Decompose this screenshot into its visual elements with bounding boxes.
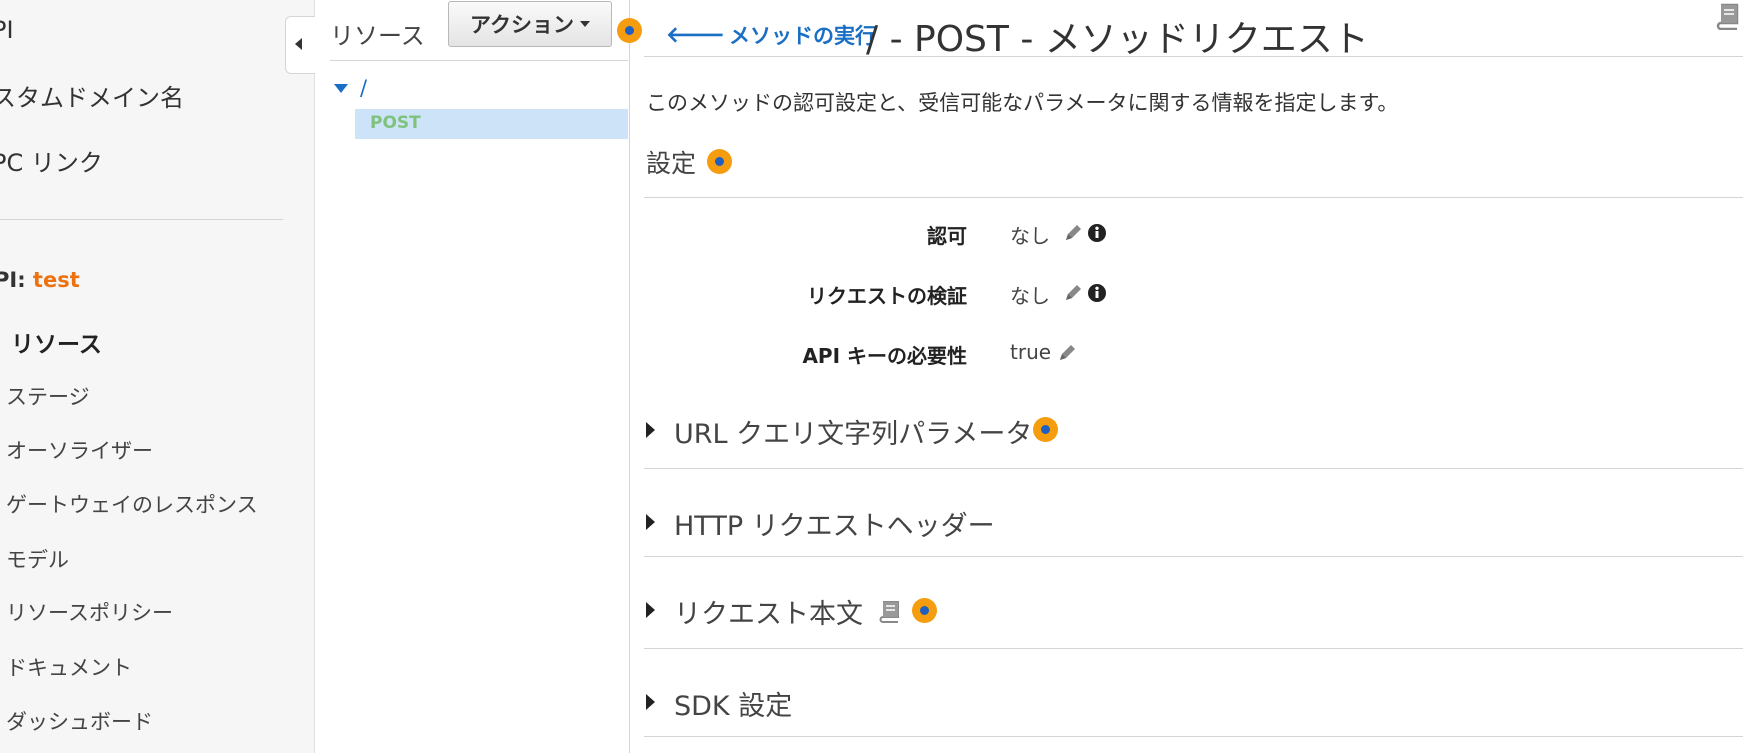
- setting-label: リクエストの検証: [807, 284, 967, 308]
- api-title: PI: test: [0, 268, 80, 292]
- section-divider: [644, 736, 1743, 737]
- book-icon[interactable]: [1715, 2, 1741, 30]
- tree-root-resource[interactable]: /: [360, 76, 367, 100]
- setting-row-authorization: 認可 なし: [630, 220, 1743, 250]
- nav-item-documentation[interactable]: ドキュメント: [6, 652, 132, 682]
- expand-triangle-icon: [646, 514, 655, 530]
- tree-divider: [330, 60, 628, 61]
- section-request-body[interactable]: リクエスト本文: [644, 590, 1743, 650]
- actions-button-label: アクション: [470, 13, 574, 37]
- api-title-prefix: PI:: [0, 268, 26, 292]
- chevron-down-icon: [579, 21, 590, 27]
- expand-triangle-icon: [646, 602, 655, 618]
- setting-value: なし: [1010, 284, 1050, 308]
- help-icon[interactable]: [707, 149, 732, 174]
- expand-triangle-icon: [646, 422, 655, 438]
- section-label: URL クエリ文字列パラメータ: [674, 419, 1033, 450]
- tree-method-post[interactable]: POST: [355, 109, 628, 139]
- collapse-nav-button[interactable]: [285, 16, 315, 74]
- nav-item-resources[interactable]: リソース: [11, 325, 102, 359]
- section-divider: [644, 556, 1743, 557]
- nav-divider: [0, 219, 283, 220]
- nav-item-gateway-responses[interactable]: ゲートウェイのレスポンス: [6, 489, 258, 519]
- section-label: HTTP リクエストヘッダー: [674, 511, 995, 542]
- collapse-arrow-icon: [295, 38, 302, 50]
- setting-label: API キーの必要性: [802, 344, 967, 368]
- page-description: このメソッドの認可設定と、受信可能なパラメータに関する情報を指定します。: [646, 91, 1399, 115]
- nav-item-dashboard[interactable]: ダッシュボード: [6, 706, 153, 736]
- nav-item-authorizers[interactable]: オーソライザー: [6, 435, 153, 465]
- section-sdk-settings[interactable]: SDK 設定: [644, 682, 1743, 740]
- section-label: リクエスト本文: [674, 599, 863, 630]
- setting-value: なし: [1010, 224, 1050, 248]
- section-divider: [644, 468, 1743, 469]
- expand-triangle-icon: [646, 694, 655, 710]
- info-icon[interactable]: [1086, 222, 1108, 244]
- tree-method-label: POST: [370, 113, 421, 133]
- info-icon[interactable]: [1086, 282, 1108, 304]
- left-navigation: PI スタムドメイン名 PC リンク PI: test リソース ステージ オー…: [0, 0, 315, 753]
- nav-item-custom-domain[interactable]: スタムドメイン名: [0, 78, 184, 113]
- nav-item-resource-policy[interactable]: リソースポリシー: [6, 597, 173, 627]
- setting-label: 認可: [927, 224, 967, 248]
- nav-item-models[interactable]: モデル: [6, 544, 69, 574]
- section-url-query-params[interactable]: URL クエリ文字列パラメータ: [644, 410, 1743, 470]
- section-http-headers[interactable]: HTTP リクエストヘッダー: [644, 502, 1743, 560]
- back-link-label: メソッドの実行: [729, 24, 876, 48]
- title-divider: [644, 56, 1743, 57]
- pencil-icon[interactable]: [1056, 342, 1078, 364]
- nav-item-stages[interactable]: ステージ: [6, 381, 90, 411]
- section-label: SDK 設定: [674, 691, 793, 722]
- section-divider: [644, 648, 1743, 649]
- book-icon[interactable]: [878, 599, 902, 623]
- method-request-panel: 🡐 メソッドの実行 / - POST - メソッドリクエスト このメソッドの認可…: [630, 0, 1743, 753]
- pencil-icon[interactable]: [1062, 282, 1084, 304]
- help-icon[interactable]: [912, 598, 937, 623]
- page-title: / - POST - メソッドリクエスト: [866, 19, 1369, 60]
- nav-item-vpc-link[interactable]: PC リンク: [0, 143, 103, 178]
- actions-button[interactable]: アクション: [448, 1, 612, 47]
- resource-tree-title: リソース: [330, 22, 425, 50]
- pencil-icon[interactable]: [1062, 222, 1084, 244]
- back-arrow-icon: 🡐: [666, 23, 725, 48]
- api-name: test: [32, 268, 80, 292]
- setting-value: true: [1010, 340, 1052, 364]
- settings-heading: 設定: [646, 149, 697, 178]
- resource-tree-panel: リソース アクション / POST: [316, 0, 642, 753]
- setting-row-api-key-required: API キーの必要性 true: [630, 340, 1743, 370]
- setting-row-request-validator: リクエストの検証 なし: [630, 280, 1743, 310]
- help-icon[interactable]: [1033, 417, 1058, 442]
- settings-divider: [644, 197, 1743, 198]
- back-to-method-execution-link[interactable]: 🡐 メソッドの実行: [666, 20, 876, 50]
- tree-expand-icon[interactable]: [334, 84, 348, 93]
- nav-item-apis[interactable]: PI: [0, 16, 14, 44]
